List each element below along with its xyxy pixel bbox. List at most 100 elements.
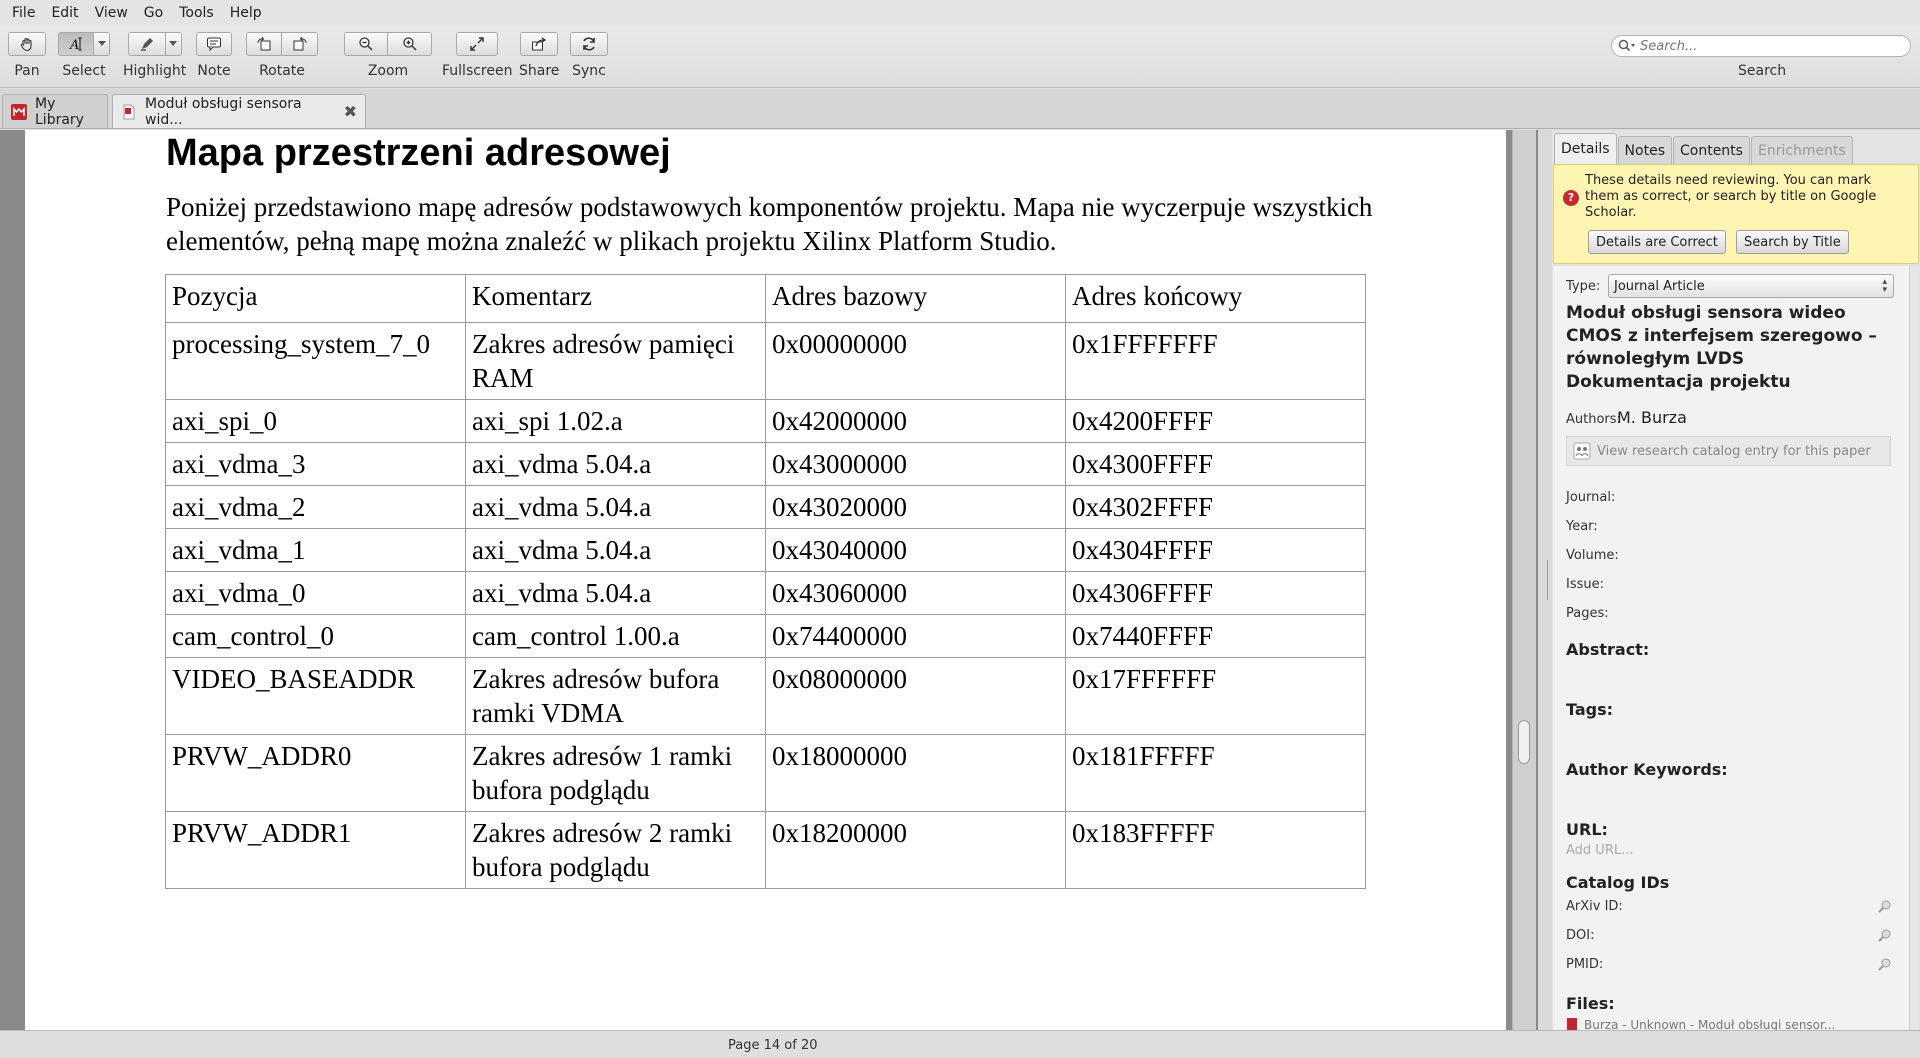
table-row: processing_system_7_0 Zakres adresów pam… [165, 322, 1366, 400]
tab-notes[interactable]: Notes [1617, 136, 1672, 164]
table-cell: 0x42000000 [765, 399, 1066, 443]
search-icon [1618, 39, 1635, 52]
lookup-arxiv-icon[interactable] [1878, 899, 1892, 913]
chevron-down-icon [169, 41, 178, 46]
table-cell: cam_control_0 [165, 614, 466, 658]
table-cell: axi_vdma 5.04.a [465, 442, 766, 486]
table-row: axi_spi_0 axi_spi 1.02.a 0x42000000 0x42… [165, 399, 1366, 443]
menu-help[interactable]: Help [222, 5, 270, 21]
menu-tools[interactable]: Tools [171, 5, 222, 21]
table-cell: axi_vdma_1 [165, 528, 466, 572]
menu-file[interactable]: File [4, 5, 43, 21]
share-tool: Share [519, 32, 559, 79]
table-row: VIDEO_BASEADDR Zakres adresów bufora ram… [165, 657, 1366, 735]
document-scrollbar-thumb[interactable] [1518, 720, 1530, 764]
table-cell: 0x43020000 [765, 485, 1066, 529]
rotate-left-icon [257, 36, 271, 51]
type-select-value: Journal Article [1614, 278, 1705, 294]
tab-enrichments[interactable]: Enrichments [1750, 136, 1853, 164]
pdf-file-icon [1567, 1018, 1577, 1030]
research-catalog-link[interactable]: View research catalog entry for this pap… [1566, 436, 1891, 466]
sync-button[interactable] [570, 32, 608, 56]
zoom-in-button[interactable] [388, 32, 432, 56]
pan-button[interactable] [8, 32, 46, 56]
lookup-pmid-icon[interactable] [1878, 957, 1892, 971]
details-scrollbar[interactable] [1909, 266, 1919, 1030]
menu-view[interactable]: View [87, 5, 136, 21]
sync-tool: Sync [570, 32, 608, 79]
table-cell: axi_vdma_0 [165, 571, 466, 615]
tab-bar: My Library Moduł obsługi sensora wid... … [0, 89, 1920, 129]
table-row: PRVW_ADDR1 Zakres adresów 2 ramki bufora… [165, 811, 1366, 889]
abstract-heading[interactable]: Abstract: [1566, 640, 1649, 659]
table-cell: PRVW_ADDR1 [165, 811, 466, 889]
author-name[interactable]: M. Burza [1617, 408, 1687, 427]
tags-heading[interactable]: Tags: [1566, 700, 1613, 719]
chevron-down-icon [97, 41, 106, 46]
svg-text:A: A [69, 38, 79, 52]
table-cell: 0x183FFFFF [1065, 811, 1366, 889]
tab-contents[interactable]: Contents [1672, 136, 1750, 164]
table-cell: Zakres adresów 2 ramki bufora podglądu [465, 811, 766, 889]
menu-edit[interactable]: Edit [43, 5, 86, 21]
document-viewer[interactable]: Mapa przestrzeni adresowej Poniżej przed… [0, 130, 1552, 1030]
sync-icon [583, 37, 595, 51]
document-scrollbar[interactable] [1512, 130, 1536, 1030]
table-cell: 0x18000000 [765, 734, 1066, 812]
author-keywords-heading[interactable]: Author Keywords: [1566, 760, 1728, 779]
search-box[interactable] [1611, 35, 1911, 57]
table-cell: Zakres adresów pamięci RAM [465, 322, 766, 400]
column-header: Adres końcowy [1065, 274, 1366, 323]
table-row: axi_vdma_0 axi_vdma 5.04.a 0x43060000 0x… [165, 571, 1366, 615]
menu-go[interactable]: Go [136, 5, 171, 21]
pan-tool: Pan [8, 32, 46, 79]
review-message: These details need reviewing. You can ma… [1585, 173, 1877, 220]
table-cell: 0x4300FFFF [1065, 442, 1366, 486]
select-button[interactable]: A [58, 32, 94, 56]
table-cell: VIDEO_BASEADDR [165, 657, 466, 735]
highlight-button[interactable] [127, 32, 166, 56]
search-input[interactable] [1640, 38, 1890, 54]
url-heading: URL: [1566, 820, 1608, 839]
details-correct-button[interactable]: Details are Correct [1588, 230, 1726, 254]
lookup-doi-icon[interactable] [1878, 928, 1892, 942]
pmid-label: PMID: [1566, 957, 1604, 972]
item-title[interactable]: Moduł obsługi sensora wideo CMOS z inter… [1566, 302, 1886, 394]
zoom-label: Zoom [367, 63, 409, 79]
tab-document[interactable]: Moduł obsługi sensora wid... ✖ [112, 94, 366, 128]
note-button[interactable] [196, 32, 232, 56]
highlighter-icon [140, 38, 153, 51]
share-button[interactable] [520, 32, 559, 56]
table-cell: axi_vdma_2 [165, 485, 466, 529]
panel-splitter[interactable] [1538, 130, 1552, 1030]
highlight-tool: Highlight [123, 32, 186, 79]
rotate-right-button[interactable] [282, 32, 318, 56]
file-entry-label: Burza - Unknown - Moduł obsługi sensor..… [1584, 1018, 1836, 1030]
section-heading: Mapa przestrzeni adresowej [166, 132, 671, 174]
type-select[interactable]: Journal Article ▴ ▾ [1608, 274, 1894, 298]
file-entry[interactable]: Burza - Unknown - Moduł obsługi sensor..… [1566, 1018, 1835, 1030]
table-cell: 0x7440FFFF [1065, 614, 1366, 658]
splitter-grip[interactable] [1547, 560, 1551, 600]
highlight-dropdown-button[interactable] [165, 32, 182, 56]
table-cell: 0x4302FFFF [1065, 485, 1366, 529]
fullscreen-button[interactable] [456, 32, 499, 56]
search-by-title-button[interactable]: Search by Title [1736, 230, 1849, 254]
tab-details[interactable]: Details [1554, 133, 1617, 164]
add-url-field[interactable]: Add URL... [1566, 843, 1634, 858]
table-cell: Zakres adresów bufora ramki VDMA [465, 657, 766, 735]
tab-my-library[interactable]: My Library [2, 94, 108, 128]
select-dropdown-button[interactable] [94, 32, 110, 56]
zoom-out-button[interactable] [344, 32, 388, 56]
rotate-right-icon [293, 36, 306, 51]
toolbar: Pan A Select Highlight Note Rotate Zoom … [0, 26, 1920, 88]
tab-document-label: Moduł obsługi sensora wid... [145, 95, 302, 128]
close-icon[interactable]: ✖ [344, 102, 357, 121]
table-cell: 0x43060000 [765, 571, 1066, 615]
authors-label: Authors: [1566, 412, 1621, 427]
table-cell: 0x00000000 [765, 322, 1066, 400]
table-cell: processing_system_7_0 [165, 322, 466, 400]
table-cell: 0x74400000 [765, 614, 1066, 658]
highlight-label: Highlight [123, 63, 187, 79]
rotate-left-button[interactable] [246, 32, 282, 56]
